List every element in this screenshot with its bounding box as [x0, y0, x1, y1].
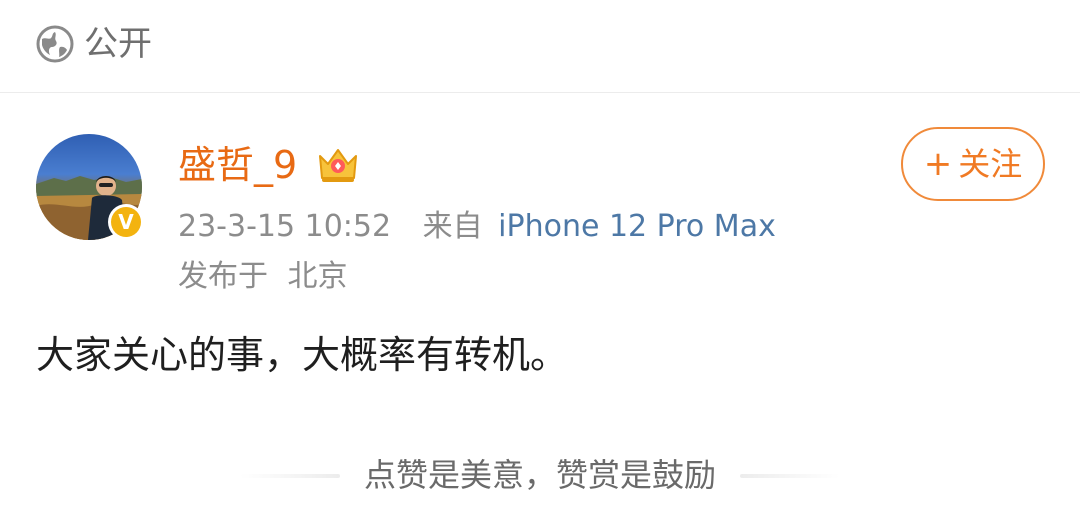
footer-divider-left — [240, 474, 340, 478]
post-body-text: 大家关心的事，大概率有转机。 — [36, 333, 569, 377]
post-timestamp: 23-3-15 10:52 — [178, 209, 392, 244]
visibility-bar: 公开 — [0, 0, 1080, 93]
follow-button[interactable]: + 关注 — [901, 127, 1045, 201]
globe-icon — [36, 25, 74, 63]
username[interactable]: 盛哲_9 — [178, 140, 297, 190]
location-prefix: 发布于 — [178, 259, 268, 294]
reward-prompt: 点赞是美意，赞赏是鼓励 — [364, 456, 717, 494]
follow-label: 关注 — [958, 145, 1023, 183]
plus-icon: + — [923, 144, 953, 184]
verified-v-icon: V — [108, 204, 144, 240]
post-meta: 23-3-15 10:52 来自 iPhone 12 Pro Max — [178, 206, 776, 248]
source-prefix: 来自 — [422, 209, 483, 244]
post-location: 发布于 北京 — [178, 256, 348, 298]
location-name: 北京 — [287, 259, 348, 294]
visibility-label: 公开 — [84, 24, 152, 64]
crown-icon[interactable] — [316, 144, 360, 184]
source-device-link[interactable]: iPhone 12 Pro Max — [498, 209, 776, 244]
footer-divider-right — [740, 474, 840, 478]
